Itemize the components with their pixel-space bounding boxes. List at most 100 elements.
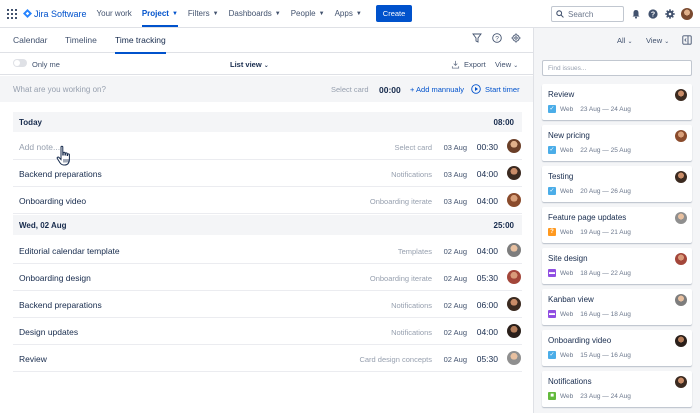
panel-view-label: View — [646, 36, 663, 45]
select-card-dropdown[interactable]: Select card — [331, 85, 369, 94]
chevron-down-icon: ⌄ — [513, 63, 519, 69]
entry-card[interactable]: Onboarding iterate — [370, 274, 432, 283]
issue-project: Web — [560, 392, 574, 400]
add-manually-link[interactable]: + Add mannualy — [410, 85, 464, 94]
nav-people[interactable]: People ▼ — [291, 9, 325, 18]
nav-filters[interactable]: Filters ▼ — [188, 9, 219, 18]
entry-duration[interactable]: 05:30 — [477, 354, 498, 364]
entry-date: 03 Aug — [443, 143, 467, 152]
issue-card[interactable]: Feature page updates ? Web 19 Aug — 21 A… — [542, 207, 692, 243]
nav-label: Apps — [334, 9, 353, 18]
avatar — [675, 294, 687, 306]
task-icon: ✓ — [548, 187, 556, 195]
issue-card[interactable]: Testing ✓ Web 20 Aug — 26 Aug — [542, 166, 692, 202]
nav-your-work[interactable]: Your work — [97, 9, 132, 18]
entry-duration[interactable]: 04:00 — [477, 246, 498, 256]
entry-card[interactable]: Notifications — [391, 328, 432, 337]
entry-card[interactable]: Notifications — [391, 301, 432, 310]
export-icon — [451, 60, 460, 69]
avatar — [507, 166, 521, 180]
issue-meta: ▬ Web 18 Aug — 22 Aug — [548, 269, 631, 277]
time-entry-row[interactable]: Review Card design concepts 02 Aug 05:30 — [13, 345, 522, 372]
entry-duration[interactable]: 05:30 — [477, 273, 498, 283]
issue-dates: 22 Aug — 25 Aug — [580, 146, 631, 154]
help-icon[interactable]: ? — [492, 33, 502, 43]
entry-duration[interactable]: 04:00 — [477, 169, 498, 179]
entry-duration[interactable]: 06:00 — [477, 300, 498, 310]
search-input[interactable]: Search — [551, 6, 624, 22]
avatar — [507, 270, 521, 284]
collapse-panel-icon[interactable] — [682, 35, 692, 45]
entry-card[interactable]: Card design concepts — [359, 355, 432, 364]
brand-name: Jira Software — [34, 8, 87, 19]
issue-card[interactable]: Notifications ■ Web 23 Aug — 24 Aug — [542, 371, 692, 407]
issue-card[interactable]: Kanban view ▬ Web 16 Aug — 18 Aug — [542, 289, 692, 325]
issue-meta: ? Web 19 Aug — 21 Aug — [548, 228, 631, 236]
time-entry-row[interactable]: Onboarding video Onboarding iterate 03 A… — [13, 187, 522, 214]
help-icon[interactable]: ? — [648, 9, 658, 19]
task-icon: ✓ — [548, 351, 556, 359]
entry-card[interactable]: Templates — [398, 247, 432, 256]
issue-card[interactable]: Onboarding video ✓ Web 15 Aug — 16 Aug — [542, 330, 692, 366]
chevron-down-icon: ▼ — [355, 10, 362, 17]
issue-project: Web — [560, 228, 574, 236]
entry-date: 03 Aug — [443, 197, 467, 206]
work-description-input[interactable]: What are you working on? — [13, 85, 106, 94]
entry-title: Backend preparations — [19, 169, 102, 179]
create-button[interactable]: Create — [375, 5, 413, 22]
all-filter-dropdown[interactable]: All ⌄ — [617, 36, 632, 45]
nav-project[interactable]: Project ▼ — [141, 9, 178, 27]
entry-duration[interactable]: 04:00 — [477, 196, 498, 206]
nav-dashboards[interactable]: Dashboards ▼ — [229, 9, 281, 18]
bell-icon[interactable] — [631, 9, 641, 19]
avatar — [675, 376, 687, 388]
only-me-toggle[interactable] — [13, 59, 27, 67]
avatar — [675, 212, 687, 224]
issue-title: Testing — [548, 172, 574, 181]
issue-card[interactable]: New pricing ✓ Web 22 Aug — 25 Aug — [542, 125, 692, 161]
entry-date: 02 Aug — [443, 247, 467, 256]
issue-card[interactable]: Site design ▬ Web 18 Aug — 22 Aug — [542, 248, 692, 284]
gear-icon[interactable] — [665, 9, 675, 19]
filter-icon[interactable] — [472, 33, 482, 43]
issue-meta: ■ Web 23 Aug — 24 Aug — [548, 392, 631, 400]
app-switcher-icon[interactable] — [7, 8, 17, 19]
time-entry-row[interactable]: Design updates Notifications 02 Aug 04:0… — [13, 318, 522, 345]
avatar — [675, 253, 687, 265]
view-dropdown[interactable]: View ⌄ — [495, 60, 518, 69]
time-entry-row[interactable]: Backend preparations Notifications 02 Au… — [13, 291, 522, 318]
issue-dates: 19 Aug — 21 Aug — [580, 228, 631, 236]
entry-duration[interactable]: 00:30 — [477, 142, 498, 152]
entry-note-input[interactable]: Add note... — [19, 142, 60, 152]
time-entry-bar: What are you working on? Select card 00:… — [0, 76, 533, 102]
find-issues-input[interactable]: Find issues... — [542, 60, 692, 76]
tab-calendar[interactable]: Calendar — [13, 35, 48, 45]
settings-icon[interactable] — [511, 33, 521, 43]
nav-label: Dashboards — [228, 9, 272, 18]
issue-card[interactable]: Review ✓ Web 23 Aug — 24 Aug — [542, 84, 692, 120]
time-entry-row[interactable]: Editorial calendar template Templates 02… — [13, 237, 522, 264]
entry-card[interactable]: Onboarding iterate — [370, 197, 432, 206]
time-entry-row[interactable]: Add note... Select card 03 Aug 00:30 — [13, 133, 522, 160]
start-timer-button[interactable]: Start timer — [471, 84, 520, 94]
entry-duration[interactable]: 04:00 — [477, 327, 498, 337]
entry-date: 03 Aug — [443, 170, 467, 179]
jira-logo[interactable]: Jira Software — [23, 9, 87, 19]
nav-apps[interactable]: Apps ▼ — [335, 9, 362, 18]
list-view-label: List view — [230, 60, 262, 69]
user-avatar[interactable] — [681, 8, 693, 20]
tab-time-tracking[interactable]: Time tracking — [115, 35, 166, 54]
panel-view-dropdown[interactable]: View ⌄ — [646, 36, 669, 45]
time-entry-row[interactable]: Backend preparations Notifications 03 Au… — [13, 160, 522, 187]
issue-meta: ✓ Web 23 Aug — 24 Aug — [548, 105, 631, 113]
issue-project: Web — [560, 187, 574, 195]
entry-card[interactable]: Select card — [394, 143, 432, 152]
entry-card[interactable]: Notifications — [391, 170, 432, 179]
list-view-dropdown[interactable]: List view ⌄ — [230, 60, 269, 69]
export-button[interactable]: Export — [451, 60, 486, 69]
only-me-label: Only me — [32, 60, 60, 69]
time-entry-row[interactable]: Onboarding design Onboarding iterate 02 … — [13, 264, 522, 291]
tab-timeline[interactable]: Timeline — [65, 35, 97, 45]
nav-label: Filters — [187, 9, 210, 18]
issue-project: Web — [560, 351, 574, 359]
